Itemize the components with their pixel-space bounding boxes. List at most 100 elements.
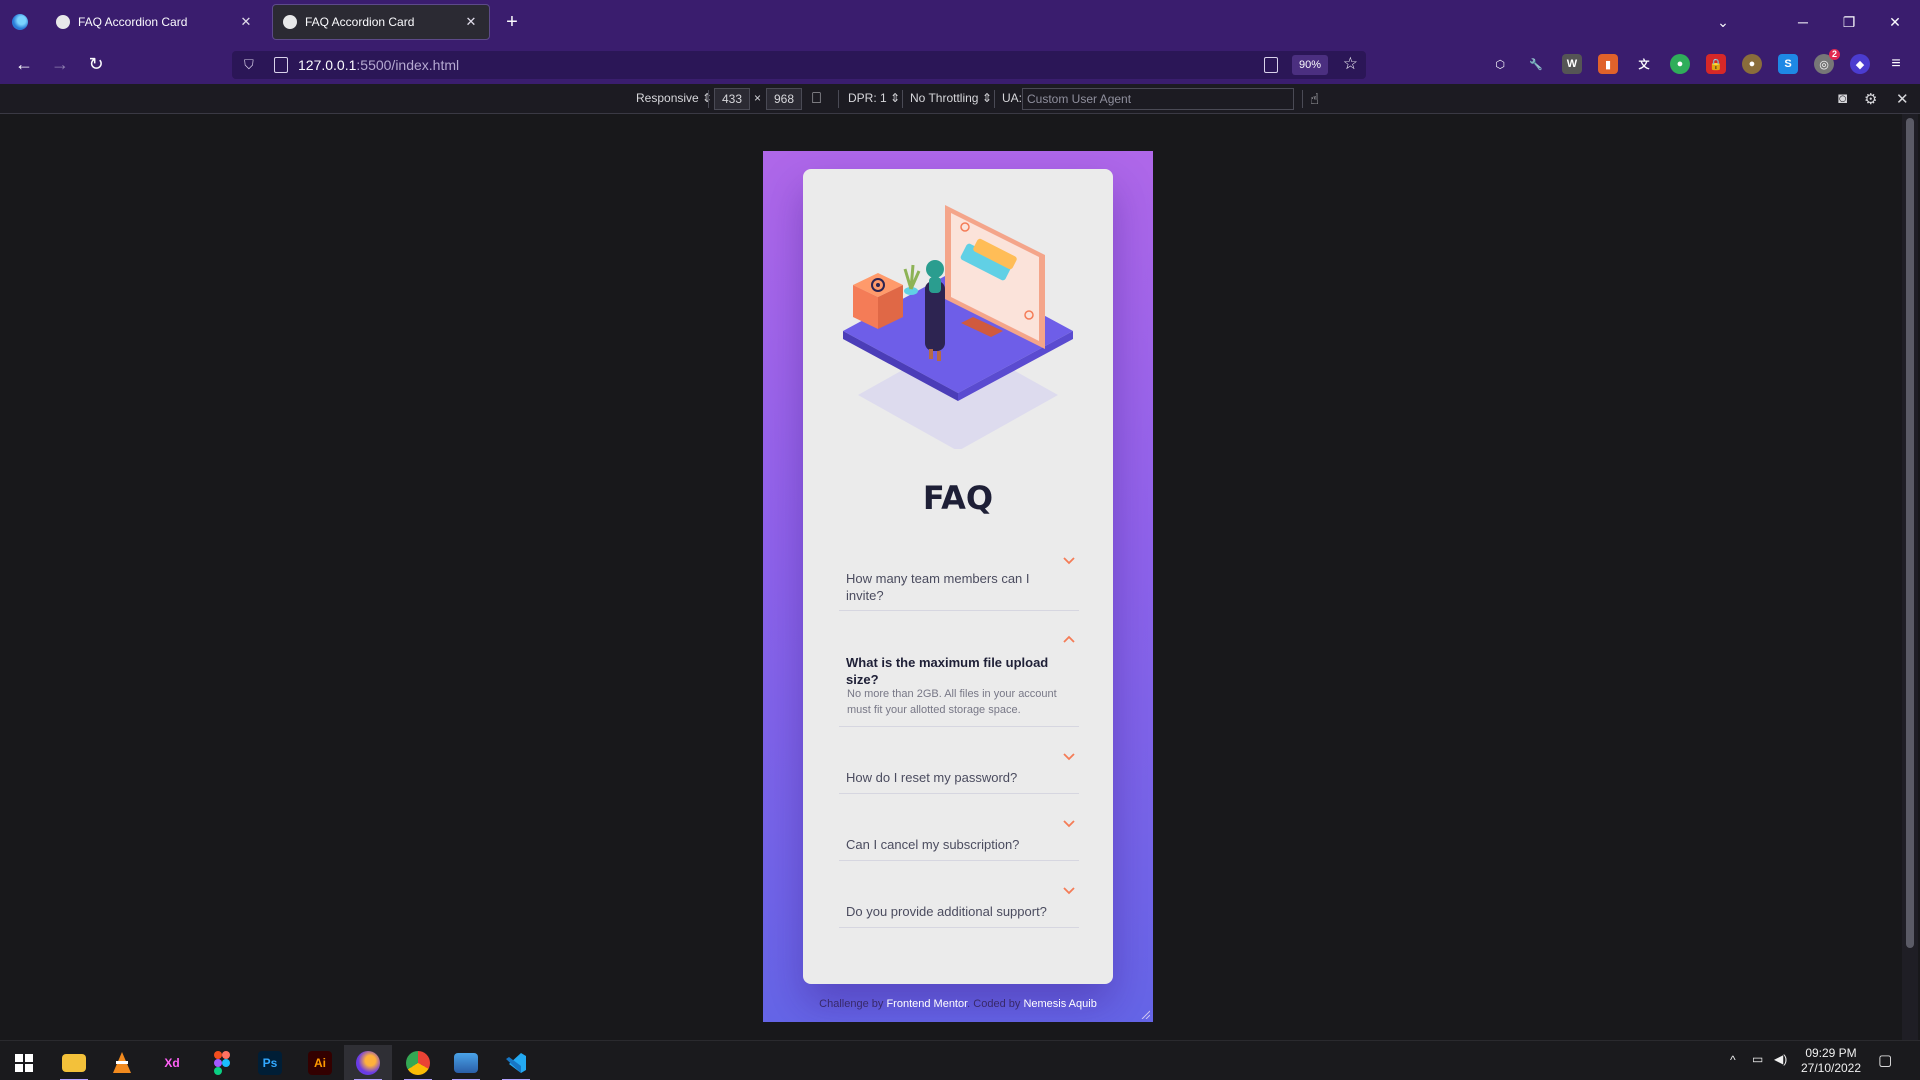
device-selector[interactable]: Responsive ⇕ <box>636 91 712 105</box>
tools-wrench-icon[interactable]: 🔧 <box>1526 54 1546 74</box>
throttling-selector[interactable]: No Throttling ⇕ <box>910 91 992 105</box>
extension-wappalyzer-icon[interactable]: W <box>1562 54 1582 74</box>
extension-cookie-icon[interactable]: ● <box>1742 54 1762 74</box>
taskbar-photoshop[interactable]: Ps <box>246 1045 294 1080</box>
figma-icon <box>214 1051 230 1075</box>
browser-tab-strip: FAQ Accordion Card ✕ FAQ Accordion Card … <box>0 0 1920 44</box>
page-title: FAQ <box>922 479 994 517</box>
ua-label: UA: <box>1002 91 1023 105</box>
scrollbar-thumb[interactable] <box>1906 118 1914 948</box>
url-path: :5500/index.html <box>356 57 460 73</box>
extension-purple-icon[interactable]: ◆ <box>1850 54 1870 74</box>
extension-colorzilla-icon[interactable]: ● <box>1670 54 1690 74</box>
faq-accordion: How many team members can I invite? What… <box>839 549 1079 928</box>
extension-badge-icon[interactable]: ◎ 2 <box>1814 49 1840 74</box>
reload-icon[interactable]: ↻ <box>84 52 108 76</box>
faq-item-team-members[interactable]: How many team members can I invite? <box>839 549 1079 611</box>
tab-1[interactable]: FAQ Accordion Card ✕ <box>46 4 264 40</box>
notification-center-icon[interactable]: ▢ <box>1878 1051 1892 1069</box>
clock-date: 27/10/2022 <box>1800 1061 1862 1075</box>
chevron-down-icon[interactable] <box>1063 557 1075 565</box>
taskbar-figma[interactable] <box>198 1045 246 1080</box>
taskbar-vscode[interactable] <box>492 1045 540 1080</box>
screenshot-icon[interactable]: ◙ <box>1838 90 1847 107</box>
back-icon[interactable]: ← <box>12 52 36 76</box>
divider <box>838 90 839 108</box>
frontend-mentor-link[interactable]: Frontend Mentor <box>886 998 967 1010</box>
faq-question[interactable]: Can I cancel my subscription? <box>839 836 1049 853</box>
network-icon[interactable]: ▭ <box>1752 1052 1763 1066</box>
viewport-width-input[interactable]: 433 <box>714 88 750 110</box>
chevron-down-icon[interactable] <box>1063 887 1075 895</box>
url-text[interactable]: 127.0.0.1:5500/index.html <box>298 57 459 73</box>
attribution-middle: . Coded by <box>967 998 1021 1010</box>
url-host: 127.0.0.1 <box>298 57 357 73</box>
tab-close-icon[interactable]: ✕ <box>238 14 254 30</box>
illustrator-icon: Ai <box>308 1051 332 1075</box>
settings-gear-icon[interactable]: ⚙ <box>1864 90 1877 108</box>
taskbar-photos[interactable] <box>442 1045 490 1080</box>
author-link[interactable]: Nemesis Aquib <box>1023 998 1096 1010</box>
tab-close-icon[interactable]: ✕ <box>463 14 479 30</box>
tracking-shield-icon[interactable]: ⛉ <box>244 57 260 73</box>
close-rdm-icon[interactable]: ✕ <box>1896 90 1909 108</box>
rotate-viewport-icon[interactable]: ⎕ <box>812 90 821 107</box>
faq-question[interactable]: How many team members can I invite? <box>839 570 1079 604</box>
tray-overflow-icon[interactable]: ^ <box>1730 1053 1736 1067</box>
zoom-level-button[interactable]: 90% <box>1291 55 1328 75</box>
taskbar-file-explorer[interactable] <box>50 1045 98 1080</box>
viewport-height-input[interactable]: 968 <box>766 88 802 110</box>
tab-title: FAQ Accordion Card <box>305 15 415 29</box>
attribution: Challenge by Frontend Mentor. Coded by N… <box>763 998 1153 1010</box>
tab-2-active[interactable]: FAQ Accordion Card ✕ <box>272 4 490 40</box>
minimize-icon[interactable]: ─ <box>1780 0 1826 44</box>
faq-item-reset-password[interactable]: How do I reset my password? <box>839 727 1079 794</box>
chevron-up-icon[interactable] <box>1063 635 1075 643</box>
faq-question[interactable]: How do I reset my password? <box>839 769 1047 786</box>
extension-chart-icon[interactable]: ▮ <box>1598 54 1618 74</box>
tab-favicon-icon <box>56 15 70 29</box>
faq-item-file-upload[interactable]: What is the maximum file upload size? No… <box>839 611 1079 727</box>
new-tab-button[interactable]: + <box>500 10 524 34</box>
page-info-icon[interactable] <box>274 57 288 73</box>
dimension-separator: × <box>754 91 762 105</box>
forward-icon[interactable]: → <box>48 52 72 76</box>
system-clock[interactable]: 09:29 PM 27/10/2022 <box>1786 1046 1876 1076</box>
woman-online-illustration <box>843 205 1073 449</box>
touch-simulation-icon[interactable]: ☝ <box>1310 90 1319 108</box>
hamburger-menu-icon[interactable]: ≡ <box>1886 54 1906 74</box>
chevron-down-icon[interactable] <box>1063 753 1075 761</box>
url-bar[interactable]: ⛉ 127.0.0.1:5500/index.html 90% ☆ <box>232 51 1366 79</box>
dpr-selector[interactable]: DPR: 1 ⇕ <box>848 91 900 105</box>
chevron-down-icon[interactable] <box>1063 820 1075 828</box>
tab-favicon-icon <box>283 15 297 29</box>
faq-question[interactable]: What is the maximum file upload size? <box>839 654 1079 688</box>
faq-question[interactable]: Do you provide additional support? <box>839 903 1077 920</box>
reader-view-icon[interactable] <box>1264 57 1278 73</box>
taskbar-firefox[interactable] <box>344 1045 392 1080</box>
faq-item-additional-support[interactable]: Do you provide additional support? <box>839 861 1079 928</box>
tab-title: FAQ Accordion Card <box>78 15 188 29</box>
taskbar-adobe-xd[interactable]: Xd <box>148 1045 196 1080</box>
faq-answer: No more than 2GB. All files in your acco… <box>847 688 1057 716</box>
pocket-icon[interactable]: ⬡ <box>1490 54 1510 74</box>
extension-translate-icon[interactable]: 文 <box>1634 54 1654 74</box>
extension-s-icon[interactable]: S <box>1778 54 1798 74</box>
taskbar-chrome[interactable] <box>394 1045 442 1080</box>
faq-item-cancel-subscription[interactable]: Can I cancel my subscription? <box>839 794 1079 861</box>
close-window-icon[interactable]: ✕ <box>1872 0 1918 44</box>
user-agent-input[interactable]: Custom User Agent <box>1022 88 1294 110</box>
chrome-icon <box>406 1051 430 1075</box>
taskbar-illustrator[interactable]: Ai <box>296 1045 344 1080</box>
faq-card: FAQ How many team members can I invite? … <box>803 169 1113 984</box>
restore-icon[interactable]: ❐ <box>1826 0 1872 44</box>
firefox-menu-icon[interactable] <box>0 0 40 44</box>
bookmark-star-icon[interactable]: ☆ <box>1343 54 1358 74</box>
extension-lock-icon[interactable]: 🔒 <box>1706 54 1726 74</box>
page-scrollbar[interactable] <box>1902 114 1918 1040</box>
windows-taskbar: Xd Ps Ai ^ ▭ ◀) 09:29 PM 27/10/2022 ▢ <box>0 1040 1920 1080</box>
windows-start-button[interactable] <box>0 1045 48 1080</box>
resize-handle-icon[interactable] <box>1140 1009 1150 1019</box>
taskbar-vlc[interactable] <box>98 1045 146 1080</box>
list-all-tabs-icon[interactable]: ⌄ <box>1700 0 1746 44</box>
